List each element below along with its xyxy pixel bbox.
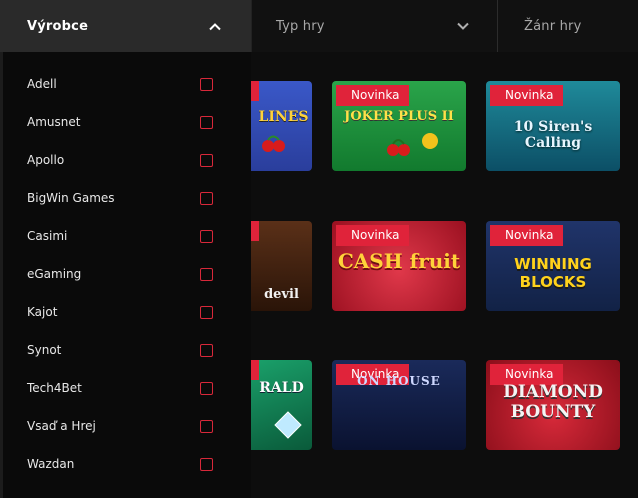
manufacturer-option-label: Apollo [27,153,65,167]
game-title: WINNING BLOCKS [514,255,592,291]
game-tile[interactable]: Novinka 10 Siren's Calling [486,81,620,171]
manufacturer-option[interactable]: Apollo [3,141,251,179]
game-tile[interactable]: Novinka JOKER PLUS II [332,81,466,171]
game-tile[interactable]: devil [251,221,312,311]
manufacturer-option[interactable]: eGaming [3,255,251,293]
manufacturer-checkbox[interactable] [200,268,213,281]
manufacturer-option[interactable]: Vsaď a Hrej [3,407,251,445]
manufacturer-filter-label: Výrobce [27,18,89,34]
manufacturer-option[interactable]: Amusnet [3,103,251,141]
manufacturer-option-label: Amusnet [27,115,81,129]
manufacturer-option[interactable]: Wazdan [3,445,251,483]
manufacturer-option[interactable]: BigWin Games [3,179,251,217]
panel-left-edge [0,52,3,498]
game-tile[interactable]: Novinka ON HOUSE [332,360,466,450]
manufacturer-checkbox[interactable] [200,458,213,471]
manufacturer-option-label: Wazdan [27,457,75,471]
game-title: ON HOUSE [357,374,441,388]
game-title: 10 Siren's Calling [513,119,593,151]
game-tile[interactable]: RALD [251,360,312,450]
novinka-badge: Novinka [490,225,564,246]
manufacturer-checkbox[interactable] [200,382,213,395]
manufacturer-option-label: Kajot [27,305,58,319]
game-tile[interactable]: Novinka CASH fruit [332,221,466,311]
game-title: DIAMOND BOUNTY [503,382,603,422]
game-type-filter[interactable]: Typ hry [251,0,497,52]
game-title: devil [264,287,299,302]
game-type-filter-label: Typ hry [276,18,325,34]
novinka-badge: Novinka [336,225,410,246]
novinka-badge-edge [251,81,259,101]
genre-filter-label: Žánr hry [524,18,582,34]
manufacturer-option[interactable]: Tech4Bet [3,369,251,407]
manufacturer-option-label: Synot [27,343,62,357]
manufacturer-checkbox[interactable] [200,344,213,357]
coin-icon [422,133,438,149]
manufacturer-option-label: eGaming [27,267,82,281]
game-title: CASH fruit [337,249,461,273]
cherry-icon [387,139,410,156]
novinka-badge-edge [251,360,259,380]
manufacturer-checkbox[interactable] [200,306,213,319]
diamond-icon [274,411,302,439]
filter-bar: Výrobce Typ hry Žánr hry [0,0,638,52]
novinka-badge: Novinka [336,85,410,106]
manufacturer-option-label: BigWin Games [27,191,115,205]
manufacturer-option[interactable]: Synot [3,331,251,369]
game-tile[interactable]: Novinka WINNING BLOCKS [486,221,620,311]
genre-filter[interactable]: Žánr hry [497,0,638,52]
manufacturer-dropdown-panel: Adell Amusnet Apollo BigWin Games Casimi… [3,52,251,498]
manufacturer-filter[interactable]: Výrobce [0,0,251,52]
novinka-badge-edge [251,221,259,241]
manufacturer-option-label: Casimi [27,229,68,243]
manufacturer-option[interactable]: Kajot [3,293,251,331]
chevron-up-icon [209,23,221,31]
game-title: JOKER PLUS II [344,109,454,124]
manufacturer-checkbox[interactable] [200,116,213,129]
game-title: RALD [259,380,304,396]
novinka-badge: Novinka [490,85,564,106]
manufacturer-option-label: Adell [27,77,57,91]
game-title: LINES [258,109,309,125]
cherry-icon [262,135,285,152]
manufacturer-checkbox[interactable] [200,420,213,433]
manufacturer-checkbox[interactable] [200,230,213,243]
manufacturer-option[interactable]: Adell [3,65,251,103]
game-tile[interactable]: Novinka DIAMOND BOUNTY [486,360,620,450]
manufacturer-option-label: Tech4Bet [27,381,82,395]
manufacturer-checkbox[interactable] [200,154,213,167]
manufacturer-checkbox[interactable] [200,192,213,205]
manufacturer-checkbox[interactable] [200,78,213,91]
manufacturer-option-label: Vsaď a Hrej [27,419,96,433]
chevron-down-icon [457,22,469,30]
game-tile[interactable]: LINES [251,81,312,171]
manufacturer-option[interactable]: Casimi [3,217,251,255]
